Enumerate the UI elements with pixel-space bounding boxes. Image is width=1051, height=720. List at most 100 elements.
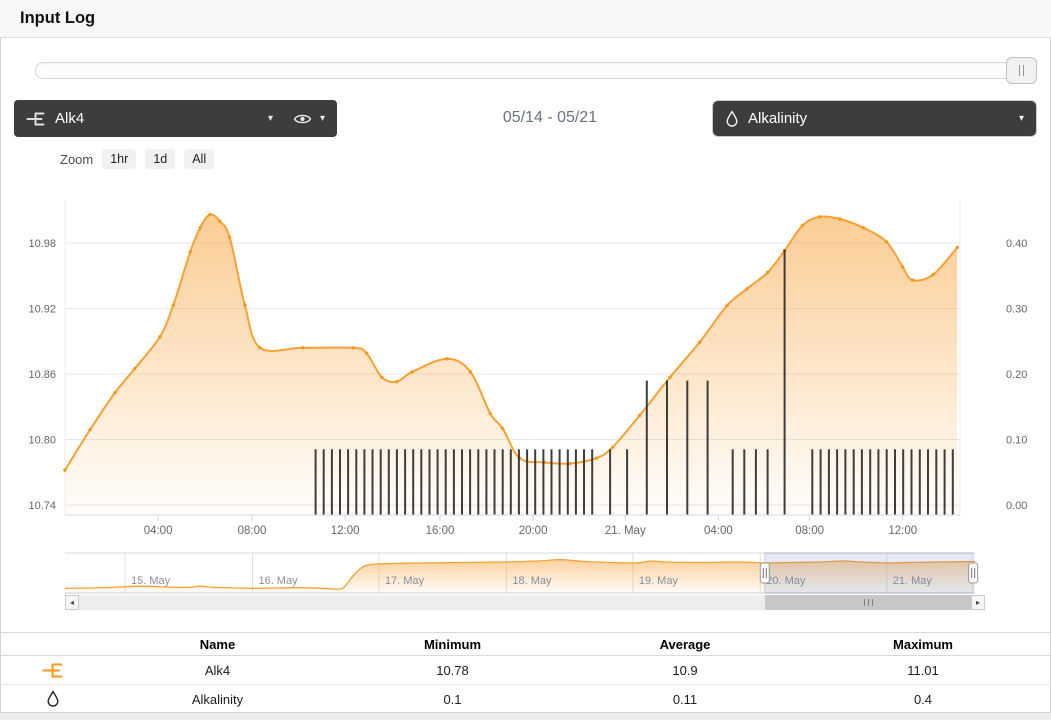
data-point-marker <box>133 367 136 370</box>
input-selector-label: Alk4 <box>55 110 84 127</box>
event-bar <box>567 449 569 515</box>
data-point-marker <box>698 341 701 344</box>
event-bar <box>755 449 757 515</box>
svg-text:0.40: 0.40 <box>1006 238 1027 250</box>
probe-icon <box>26 111 46 127</box>
data-point-marker <box>351 346 354 349</box>
navigator-handle-right[interactable] <box>969 563 978 583</box>
event-bar <box>453 449 455 515</box>
event-bar <box>347 449 349 515</box>
svg-text:10.74: 10.74 <box>28 500 56 512</box>
data-point-marker <box>301 346 304 349</box>
data-point-marker <box>818 215 821 218</box>
col-header-minimum: Minimum <box>330 637 575 652</box>
scroll-right-button[interactable]: ▸ <box>971 595 985 610</box>
data-point-marker <box>885 240 888 243</box>
event-bar <box>828 449 830 515</box>
data-point-marker <box>218 219 221 222</box>
event-bar <box>469 449 471 515</box>
event-bar <box>686 381 688 515</box>
data-point-marker <box>956 246 959 249</box>
event-bar <box>575 449 577 515</box>
time-range-slider-handle[interactable] <box>1006 57 1037 84</box>
main-chart[interactable]: 10.9810.9210.8610.8010.740.400.300.200.1… <box>0 185 1051 545</box>
scrollbar-thumb[interactable] <box>765 595 971 610</box>
event-bar <box>339 449 341 515</box>
col-header-name: Name <box>105 637 330 652</box>
event-bar <box>767 449 769 515</box>
droplet-icon <box>725 110 739 128</box>
svg-text:04:00: 04:00 <box>704 525 733 537</box>
svg-text:0.30: 0.30 <box>1006 304 1027 316</box>
event-bar <box>935 449 937 515</box>
bottom-border <box>0 712 1051 720</box>
data-point-marker <box>911 278 914 281</box>
cell-minimum: 10.78 <box>330 663 575 678</box>
probe-selector-dropdown[interactable]: Alkalinity ▾ <box>712 100 1037 137</box>
event-bar <box>388 449 390 515</box>
svg-text:19. May: 19. May <box>639 575 679 587</box>
event-bar <box>707 381 709 515</box>
event-bar <box>534 449 536 515</box>
svg-text:10.86: 10.86 <box>28 369 56 381</box>
data-point-marker <box>668 376 671 379</box>
zoom-option-1hr[interactable]: 1hr <box>102 149 136 169</box>
svg-text:21. May: 21. May <box>605 525 646 537</box>
table-header-row: Name Minimum Average Maximum <box>0 632 1051 656</box>
svg-text:08:00: 08:00 <box>795 525 824 537</box>
event-bar <box>944 449 946 515</box>
table-row: Alkalinity 0.1 0.11 0.4 <box>0 685 1051 714</box>
event-bar <box>323 449 325 515</box>
navigator-selection[interactable] <box>765 553 973 593</box>
probe-selector-label: Alkalinity <box>748 110 807 127</box>
probe-icon <box>42 662 64 679</box>
cell-name: Alkalinity <box>105 692 330 707</box>
data-point-marker <box>208 213 211 216</box>
event-bar <box>404 449 406 515</box>
stats-table: Name Minimum Average Maximum Alk4 10.78 … <box>0 632 1051 714</box>
data-point-marker <box>172 304 175 307</box>
event-bar <box>363 449 365 515</box>
event-bar <box>820 449 822 515</box>
svg-text:10.92: 10.92 <box>28 303 56 315</box>
event-bar <box>743 449 745 515</box>
data-point-marker <box>501 427 504 430</box>
svg-text:0.00: 0.00 <box>1006 500 1027 512</box>
event-bar <box>666 381 668 515</box>
event-bar <box>853 449 855 515</box>
input-selector-dropdown[interactable]: Alk4 ▾ ▾ <box>14 100 337 137</box>
event-bar <box>784 250 786 516</box>
navigator-chart[interactable]: 15. May16. May17. May18. May19. May20. M… <box>0 548 1051 595</box>
data-point-marker <box>380 376 383 379</box>
data-point-marker <box>243 304 246 307</box>
event-bar <box>877 449 879 515</box>
data-point-marker <box>931 273 934 276</box>
data-point-marker <box>862 226 865 229</box>
data-point-marker <box>189 250 192 253</box>
visibility-toggle[interactable]: ▾ <box>293 112 325 126</box>
time-range-slider-track[interactable] <box>35 62 1037 79</box>
zoom-option-1d[interactable]: 1d <box>145 149 175 169</box>
event-bar <box>732 449 734 515</box>
event-bar <box>372 449 374 515</box>
event-bar <box>437 449 439 515</box>
event-bar <box>886 449 888 515</box>
x-axis: 04:0008:0012:0016:0020:0021. May04:0008:… <box>65 515 960 537</box>
event-bar <box>646 381 648 515</box>
event-bar <box>502 449 504 515</box>
data-point-marker <box>488 412 491 415</box>
svg-text:16. May: 16. May <box>258 575 298 587</box>
zoom-option-all[interactable]: All <box>184 149 214 169</box>
svg-text:12:00: 12:00 <box>888 525 917 537</box>
navigator-handle-left[interactable] <box>760 563 769 583</box>
data-point-marker <box>228 236 231 239</box>
event-bar <box>420 449 422 515</box>
col-header-average: Average <box>575 637 795 652</box>
event-bar <box>355 449 357 515</box>
event-bar <box>518 449 520 515</box>
data-point-marker <box>745 287 748 290</box>
svg-text:18. May: 18. May <box>512 575 552 587</box>
navigator-scrollbar[interactable]: ◂ ▸ <box>65 595 985 610</box>
event-bar <box>445 449 447 515</box>
scroll-left-button[interactable]: ◂ <box>65 595 79 610</box>
